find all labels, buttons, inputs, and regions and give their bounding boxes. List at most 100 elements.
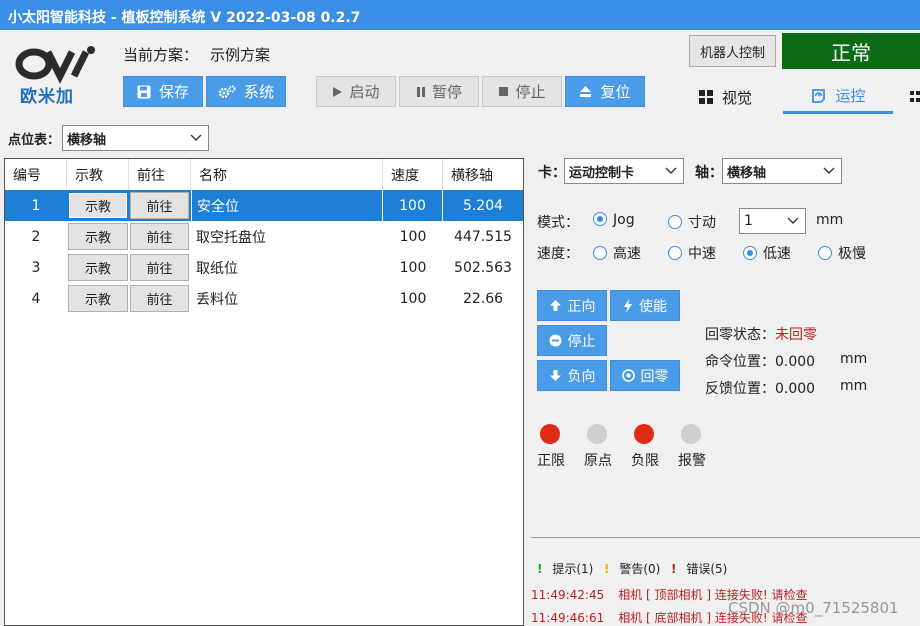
eject-icon bbox=[580, 86, 592, 97]
save-icon bbox=[137, 85, 151, 98]
goto-button[interactable]: 前往 bbox=[130, 254, 189, 281]
tab-motion-label: 运控 bbox=[835, 87, 866, 105]
windows-icon bbox=[699, 90, 713, 104]
cmd-pos-value: 0.000 bbox=[775, 354, 816, 370]
mode-jog-label: Jog bbox=[613, 212, 635, 228]
gears-icon bbox=[218, 85, 236, 98]
chevron-down-icon bbox=[787, 217, 799, 224]
axis-select[interactable]: 横移轴 bbox=[722, 158, 842, 184]
home-button[interactable]: 回零 bbox=[610, 360, 680, 391]
row-name: 取纸位 bbox=[196, 260, 238, 277]
log-filter-info[interactable]: ! 提示(1) bbox=[537, 560, 593, 577]
cmd-pos-unit: mm bbox=[840, 351, 868, 367]
fb-pos-value: 0.000 bbox=[775, 381, 816, 397]
goto-button[interactable]: 前往 bbox=[130, 192, 189, 219]
jog-forward-button[interactable]: 正向 bbox=[537, 290, 607, 321]
row-id: 4 bbox=[31, 290, 41, 307]
watermark: CSDN @m0_71525801 bbox=[728, 599, 899, 617]
table-row[interactable]: 2 示教 前往 取空托盘位 100 447.515 bbox=[5, 221, 523, 252]
table-row[interactable]: 3 示教 前往 取纸位 100 502.563 bbox=[5, 252, 523, 283]
speed-mid-radio[interactable]: 中速 bbox=[668, 243, 716, 263]
radio-icon bbox=[668, 215, 682, 229]
motion-stop-button[interactable]: 停止 bbox=[537, 325, 607, 356]
enable-button[interactable]: 使能 bbox=[610, 290, 680, 321]
goto-button[interactable]: 前往 bbox=[130, 223, 189, 250]
table-row[interactable]: 4 示教 前往 丢料位 100 22.66 bbox=[5, 283, 523, 314]
row-axis-value: 447.515 bbox=[454, 228, 512, 245]
save-button[interactable]: 保存 bbox=[123, 76, 203, 107]
point-table: 编号 示教 前往 名称 速度 横移轴 1 示教 前往 安全位 100 5.204… bbox=[4, 158, 524, 626]
row-speed: 100 bbox=[399, 259, 427, 276]
teach-button[interactable]: 示教 bbox=[68, 223, 128, 250]
tab-motion[interactable]: 运控 bbox=[783, 80, 893, 114]
jog-backward-button[interactable]: 负向 bbox=[537, 360, 607, 391]
cmd-pos-label: 命令位置： bbox=[705, 354, 775, 370]
tab-vision-label: 视觉 bbox=[722, 88, 753, 107]
row-speed: 100 bbox=[399, 228, 427, 245]
header: 欧米加 当前方案： 示例方案 保存 系统 启动 暂停 停止 复位 机器人控制 正常… bbox=[0, 30, 920, 114]
radio-icon bbox=[668, 246, 682, 260]
negative-limit-indicator bbox=[634, 424, 654, 444]
card-select-value: 运动控制卡 bbox=[569, 165, 635, 181]
speed-option-label: 中速 bbox=[688, 246, 716, 262]
card-select[interactable]: 运动控制卡 bbox=[564, 158, 684, 184]
mode-jog-radio[interactable]: Jog bbox=[593, 212, 635, 228]
jog-backward-label: 负向 bbox=[567, 368, 596, 385]
row-axis-value: 22.66 bbox=[462, 290, 504, 307]
radio-checked-icon bbox=[743, 246, 757, 260]
row-axis-value: 502.563 bbox=[454, 259, 512, 276]
info-icon: ! bbox=[537, 562, 543, 576]
reset-button[interactable]: 复位 bbox=[565, 76, 645, 107]
axis-select-value: 横移轴 bbox=[727, 165, 767, 181]
motion-stop-label: 停止 bbox=[567, 333, 596, 350]
speed-option-label: 高速 bbox=[613, 246, 641, 262]
point-table-select[interactable]: 横移轴 bbox=[62, 125, 210, 151]
indicator-label: 原点 bbox=[584, 453, 612, 469]
arrow-down-icon bbox=[549, 370, 561, 381]
row-speed: 100 bbox=[399, 290, 427, 307]
system-button[interactable]: 系统 bbox=[206, 76, 286, 107]
log-filter-warn[interactable]: ! 警告(0) bbox=[604, 560, 660, 577]
speed-low-radio[interactable]: 低速 bbox=[743, 243, 791, 263]
home-status-value: 未回零 bbox=[775, 327, 817, 343]
tab-more[interactable] bbox=[910, 80, 920, 114]
log-filter-error[interactable]: ! 错误(5) bbox=[671, 560, 727, 577]
goto-button[interactable]: 前往 bbox=[130, 285, 189, 312]
column-header: 名称 bbox=[191, 159, 383, 190]
step-unit: mm bbox=[816, 212, 844, 228]
speed-label: 速度： bbox=[537, 246, 579, 262]
indicator-label: 正限 bbox=[537, 453, 565, 469]
error-icon: ! bbox=[671, 562, 677, 576]
save-label: 保存 bbox=[158, 83, 189, 101]
indicator-label: 负限 bbox=[631, 453, 659, 469]
radio-checked-icon bbox=[593, 212, 607, 226]
minus-circle-icon bbox=[549, 334, 561, 347]
gauge-icon bbox=[812, 89, 826, 103]
stop-label: 停止 bbox=[515, 83, 546, 101]
pause-button[interactable]: 暂停 bbox=[399, 76, 479, 107]
step-select-value: 1 bbox=[744, 213, 753, 229]
teach-button[interactable]: 示教 bbox=[68, 285, 128, 312]
step-select[interactable]: 1 bbox=[739, 208, 806, 234]
card-label: 卡： bbox=[538, 165, 566, 181]
teach-button[interactable]: 示教 bbox=[68, 192, 128, 219]
tab-vision[interactable]: 视觉 bbox=[698, 80, 752, 114]
play-icon bbox=[333, 86, 343, 97]
table-header: 编号 示教 前往 名称 速度 横移轴 bbox=[5, 159, 523, 190]
start-button[interactable]: 启动 bbox=[316, 76, 396, 107]
robot-control-button[interactable]: 机器人控制 bbox=[689, 35, 776, 67]
chevron-down-icon bbox=[665, 167, 677, 174]
mode-inch-radio[interactable]: 寸动 bbox=[668, 212, 716, 232]
table-row[interactable]: 1 示教 前往 安全位 100 5.204 bbox=[5, 190, 523, 221]
fb-pos-unit: mm bbox=[840, 378, 868, 394]
log-filter-error-label: 错误(5) bbox=[686, 562, 728, 576]
alarm-indicator bbox=[681, 424, 701, 444]
speed-slow-radio[interactable]: 极慢 bbox=[818, 243, 866, 263]
teach-button[interactable]: 示教 bbox=[68, 254, 128, 281]
stop-button[interactable]: 停止 bbox=[482, 76, 562, 107]
log-time: 11:49:46:61 bbox=[531, 611, 605, 625]
speed-high-radio[interactable]: 高速 bbox=[593, 243, 641, 263]
scheme-value: 示例方案 bbox=[210, 46, 271, 64]
log-time: 11:49:42:45 bbox=[531, 588, 605, 602]
grid-icon bbox=[910, 91, 920, 102]
